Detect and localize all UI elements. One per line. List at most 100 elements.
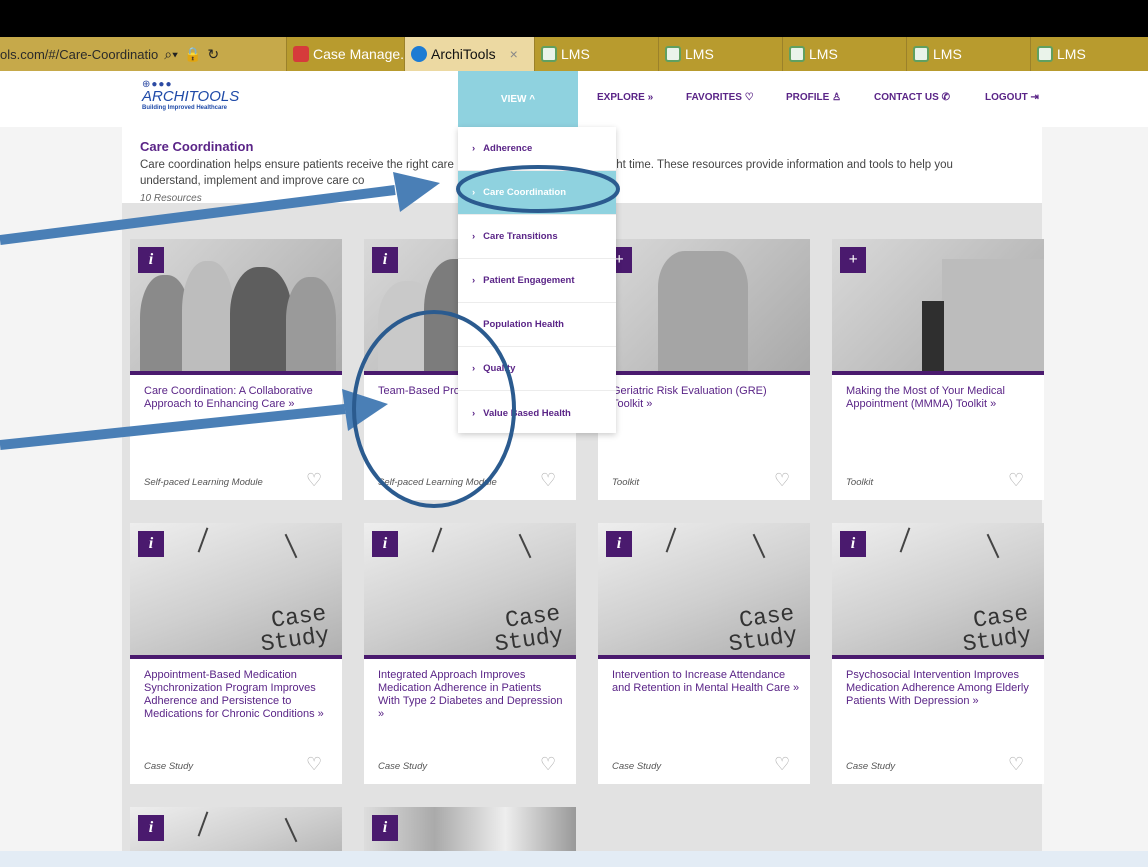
chevron-right-icon: › (472, 231, 476, 242)
nav-logout[interactable]: LOGOUT ⇥ (985, 92, 1039, 103)
info-badge-icon[interactable]: i (372, 531, 398, 557)
tab-lms[interactable]: LMS (906, 37, 1030, 71)
favorite-heart-icon[interactable]: ♡ (540, 471, 562, 491)
menu-item-population-health[interactable]: › Population Health (458, 303, 616, 347)
menu-item-value-based-health[interactable]: › Value Based Health (458, 391, 616, 435)
menu-item-adherence[interactable]: › Adherence (458, 127, 616, 171)
tab-lms[interactable]: LMS (782, 37, 906, 71)
card-type: Self-paced Learning Module (144, 477, 263, 488)
card-title[interactable]: Intervention to Increase Attendance and … (612, 669, 800, 695)
architools-logo[interactable]: ⊕●●● ARCHITOOLS Building Improved Health… (142, 79, 239, 111)
nav-favorites[interactable]: FAVORITES ♡ (686, 92, 754, 103)
favorite-heart-icon[interactable]: ♡ (774, 471, 796, 491)
menu-item-quality[interactable]: › Quality (458, 347, 616, 391)
resource-card[interactable]: + Making the Most of Your Medical Appoin… (832, 239, 1044, 500)
info-badge-icon[interactable]: i (138, 815, 164, 841)
info-badge-icon[interactable]: i (372, 247, 398, 273)
menu-item-label: Care Transitions (483, 231, 558, 242)
tab-label: LMS (685, 46, 714, 62)
tab-label: Case Manage... (313, 46, 412, 62)
search-icon[interactable]: ⌕▾ (164, 46, 178, 63)
address-url[interactable]: ols.com/#/Care-Coordinatio (0, 47, 158, 62)
card-title[interactable]: Psychosocial Intervention Improves Medic… (846, 669, 1034, 708)
chevron-right-icon: › (472, 187, 476, 198)
card-type: Case Study (846, 761, 896, 772)
menu-item-label: Quality (483, 363, 516, 374)
resource-card[interactable]: Case Study i Psychosocial Intervention Im… (832, 523, 1044, 784)
chevron-right-icon: › (472, 143, 476, 154)
address-bar[interactable]: ols.com/#/Care-Coordinatio ⌕▾ 🔒 ↻ (0, 37, 286, 71)
resource-card[interactable]: i Care Coordination: A Collaborative App… (130, 239, 342, 500)
favorite-heart-icon[interactable]: ♡ (306, 755, 328, 775)
tab-architools[interactable]: ArchiTools × (404, 37, 534, 71)
resource-card[interactable]: + Geriatric Risk Evaluation (GRE) Toolki… (598, 239, 810, 500)
nav-contact-us[interactable]: CONTACT US ✆ (874, 92, 950, 103)
card-title[interactable]: Appointment-Based Medication Synchroniza… (144, 669, 332, 721)
description-part-1: Care coordination helps ensure patients … (140, 159, 454, 171)
menu-item-patient-engagement[interactable]: › Patient Engagement (458, 259, 616, 303)
window-top-bar (0, 0, 1148, 37)
site-header: ⊕●●● ARCHITOOLS Building Improved Health… (0, 71, 1148, 127)
info-badge-icon[interactable]: i (840, 531, 866, 557)
case-study-image-text: Case Study (259, 600, 332, 655)
lms-favicon (913, 46, 929, 62)
lms-favicon (665, 46, 681, 62)
page-title: Care Coordination (140, 139, 254, 154)
favorite-heart-icon[interactable]: ♡ (306, 471, 328, 491)
lms-favicon (789, 46, 805, 62)
case-study-image-text: Case Study (961, 600, 1034, 655)
menu-item-care-transitions[interactable]: › Care Transitions (458, 215, 616, 259)
tab-label: LMS (561, 46, 590, 62)
close-icon[interactable]: × (510, 46, 518, 62)
favorite-heart-icon[interactable]: ♡ (1008, 471, 1030, 491)
menu-item-care-coordination[interactable]: › Care Coordination (458, 171, 616, 215)
card-type: Toolkit (846, 477, 874, 488)
resource-card[interactable]: Case Study i Integrated Approach Improves… (364, 523, 576, 784)
card-type: Case Study (378, 761, 428, 772)
lms-favicon (541, 46, 557, 62)
description-line-2: understand, implement and improve care c… (140, 175, 365, 187)
tab-label: ArchiTools (431, 46, 496, 62)
description-part-2: e right time. These resources provide in… (593, 159, 953, 171)
chevron-right-icon: › (472, 363, 476, 374)
favorite-heart-icon[interactable]: ♡ (540, 755, 562, 775)
browser-tab-bar: ols.com/#/Care-Coordinatio ⌕▾ 🔒 ↻ Case M… (0, 37, 1148, 71)
web-page: ⊕●●● ARCHITOOLS Building Improved Health… (0, 71, 1148, 867)
card-title[interactable]: Integrated Approach Improves Medication … (378, 669, 566, 721)
card-title[interactable]: Making the Most of Your Medical Appointm… (846, 385, 1034, 411)
refresh-icon[interactable]: ↻ (207, 46, 219, 63)
resource-card[interactable]: Case Study i Appointment-Based Medication… (130, 523, 342, 784)
menu-item-label: Population Health (483, 319, 564, 330)
logo-tagline: Building Improved Healthcare (142, 105, 228, 111)
chevron-right-icon: › (472, 319, 476, 330)
view-dropdown-menu: › Adherence › Care Coordination › Care Tran… (458, 127, 616, 433)
tab-label: LMS (1057, 46, 1086, 62)
menu-item-label: Care Coordination (483, 187, 567, 198)
favorite-heart-icon[interactable]: ♡ (1008, 755, 1030, 775)
nav-explore[interactable]: EXPLORE » (597, 92, 653, 103)
nav-view[interactable]: VIEW ^ (458, 71, 578, 127)
chevron-right-icon: › (472, 275, 476, 286)
case-management-favicon (293, 46, 309, 62)
info-badge-icon[interactable]: i (138, 531, 164, 557)
tab-case-management[interactable]: Case Manage... (286, 37, 412, 71)
card-title[interactable]: Care Coordination: A Collaborative Appro… (144, 385, 332, 411)
pfizer-favicon (411, 46, 427, 62)
tab-lms[interactable]: LMS (534, 37, 658, 71)
nav-profile[interactable]: PROFILE ♙ (786, 92, 841, 103)
resource-card[interactable]: Case Study i Intervention to Increase Att… (598, 523, 810, 784)
menu-item-label: Adherence (483, 143, 533, 154)
card-type: Case Study (144, 761, 194, 772)
case-study-image-text: Case Study (493, 600, 566, 655)
tab-lms[interactable]: LMS (1030, 37, 1148, 71)
card-type: Toolkit (612, 477, 640, 488)
tab-label: LMS (809, 46, 838, 62)
info-badge-icon[interactable]: i (138, 247, 164, 273)
info-badge-icon[interactable]: i (372, 815, 398, 841)
plus-badge-icon[interactable]: + (840, 247, 866, 273)
tab-lms[interactable]: LMS (658, 37, 782, 71)
info-badge-icon[interactable]: i (606, 531, 632, 557)
card-title[interactable]: Geriatric Risk Evaluation (GRE) Toolkit … (612, 385, 800, 411)
favorite-heart-icon[interactable]: ♡ (774, 755, 796, 775)
chevron-right-icon: › (472, 407, 476, 419)
